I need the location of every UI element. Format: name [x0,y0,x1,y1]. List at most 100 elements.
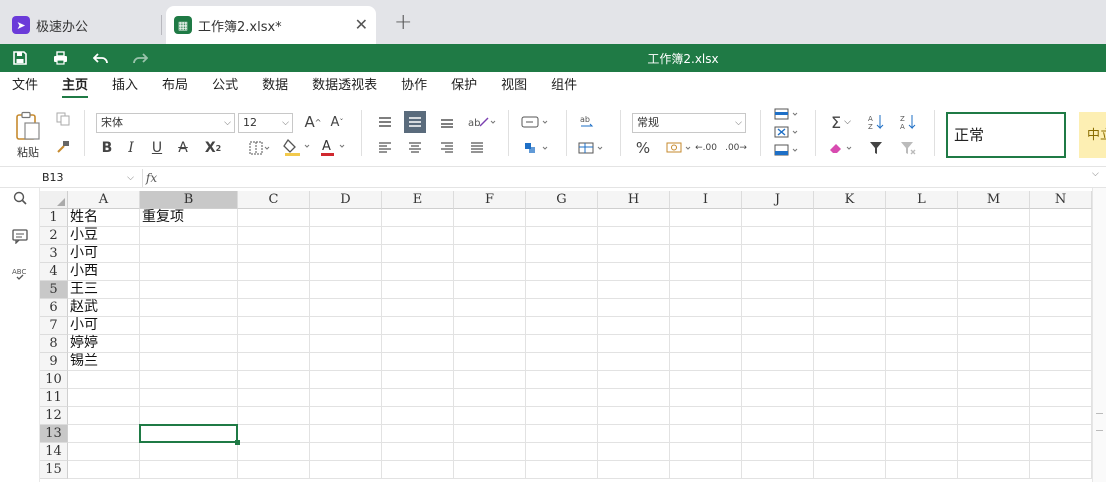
column-header[interactable]: D [310,191,382,209]
cell-a1[interactable]: 姓名 [68,209,98,226]
row-header[interactable]: 9 [40,353,68,371]
increase-decimal-icon[interactable]: .00→ [725,138,747,158]
cell-a4[interactable]: 小西 [68,263,98,280]
column-header[interactable]: J [742,191,814,209]
row-header[interactable]: 11 [40,389,68,407]
column-header[interactable]: F [454,191,526,209]
align-top-icon[interactable] [374,112,396,132]
subscript-icon[interactable]: X2 [200,138,226,158]
delete-cells-icon[interactable] [772,124,802,140]
align-right-icon[interactable] [436,138,458,158]
cell-a2[interactable]: 小豆 [68,227,98,244]
menu-home[interactable]: 主页 [62,72,89,100]
selected-cell[interactable] [139,424,238,443]
decrease-font-icon[interactable]: Aˇ [327,112,347,132]
autosum-icon[interactable]: Σ ⌵ [826,112,856,132]
select-all-corner[interactable] [40,191,68,209]
row-header[interactable]: 5 [40,281,68,299]
menu-components[interactable]: 组件 [551,72,577,100]
column-header[interactable]: E [382,191,454,209]
currency-icon[interactable] [664,138,696,158]
text-orientation-icon[interactable]: ab [466,112,498,132]
cell-a5[interactable]: 王三 [68,281,98,298]
column-header[interactable]: K [814,191,886,209]
column-header[interactable]: G [526,191,598,209]
percent-icon[interactable]: % [632,138,654,158]
sort-ascending-icon[interactable]: AZ [866,112,886,132]
row-header[interactable]: 10 [40,371,68,389]
column-header[interactable]: B [140,191,238,209]
fx-icon[interactable]: fx [142,169,160,187]
search-icon[interactable] [10,188,30,208]
tab-home[interactable]: ➤ 极速办公 [12,6,162,44]
chevron-down-icon[interactable]: ⌵ [1092,169,1099,179]
row-header[interactable]: 6 [40,299,68,317]
row-header[interactable]: 4 [40,263,68,281]
column-header[interactable]: H [598,191,670,209]
menu-pivot-table[interactable]: 数据透视表 [312,72,377,100]
scrollbar-grip-icon[interactable] [1096,413,1103,431]
cell-a9[interactable]: 锡兰 [68,353,98,370]
merge-cells-icon[interactable] [520,138,552,158]
menu-file[interactable]: 文件 [12,72,38,100]
menu-collaborate[interactable]: 协作 [401,72,427,100]
sort-descending-icon[interactable]: ZA [898,112,918,132]
align-middle-icon[interactable] [404,111,426,133]
tab-workbook[interactable]: ▦ 工作簿2.xlsx* ✕ [166,6,376,44]
number-format-select[interactable]: 常规 ⌵ [632,113,746,133]
filter-icon[interactable] [866,138,886,158]
menu-view[interactable]: 视图 [501,72,527,100]
align-center-icon[interactable] [404,138,426,158]
cell-style-normal[interactable]: 正常 [946,112,1066,158]
fill-handle[interactable] [235,440,240,445]
new-tab-button[interactable]: + [394,10,412,35]
column-header[interactable]: C [238,191,310,209]
menu-data[interactable]: 数据 [262,72,288,100]
menu-protect[interactable]: 保护 [451,72,477,100]
row-header[interactable]: 3 [40,245,68,263]
row-header[interactable]: 12 [40,407,68,425]
align-bottom-icon[interactable] [436,112,458,132]
row-header[interactable]: 1 [40,209,68,227]
close-icon[interactable]: ✕ [355,15,368,34]
font-color-icon[interactable]: A [318,136,348,158]
menu-layout[interactable]: 布局 [162,72,188,100]
italic-icon[interactable]: I [122,138,140,158]
cell-format-icon[interactable] [576,138,608,158]
column-header[interactable]: A [68,191,140,209]
spreadsheet-grid[interactable]: A B C D E F G H I J K L M N 1 2 3 4 5 6 7 8 9 10 11 12 13 14 15 姓名 重复项… [40,191,1106,482]
clear-filter-icon[interactable] [898,138,918,158]
paste-icon[interactable] [14,110,42,142]
cell-style-neutral[interactable]: 中立 [1079,112,1106,158]
row-header[interactable]: 2 [40,227,68,245]
comment-icon[interactable] [10,226,30,246]
column-header[interactable]: L [886,191,958,209]
clear-icon[interactable] [826,138,856,158]
row-header[interactable]: 15 [40,461,68,479]
font-size-select[interactable]: 12 ⌵ [238,113,293,133]
cell-a8[interactable]: 婷婷 [68,335,98,352]
column-header[interactable]: M [958,191,1030,209]
align-left-icon[interactable] [374,138,396,158]
cell-b1[interactable]: 重复项 [140,209,184,226]
increase-font-icon[interactable]: A ^ [303,112,323,132]
vertical-scrollbar[interactable] [1092,188,1106,482]
fill-color-icon[interactable] [282,136,312,158]
format-painter-icon[interactable] [54,138,72,156]
wrap-text-icon[interactable] [520,112,552,132]
copy-icon[interactable] [54,110,72,128]
decrease-decimal-icon[interactable]: ←.00 [695,138,717,158]
column-header[interactable]: N [1030,191,1092,209]
column-header[interactable]: I [670,191,742,209]
menu-formula[interactable]: 公式 [212,72,238,100]
row-header[interactable]: 8 [40,335,68,353]
cell-a6[interactable]: 赵武 [68,299,98,316]
formula-input[interactable] [162,169,1092,187]
auto-fit-icon[interactable]: ab [576,112,598,132]
borders-icon[interactable] [246,138,274,158]
row-header[interactable]: 14 [40,443,68,461]
cell-a3[interactable]: 小可 [68,245,98,262]
underline-icon[interactable]: U [148,138,166,158]
insert-cells-icon[interactable] [772,106,802,122]
bold-icon[interactable]: B [98,138,116,158]
